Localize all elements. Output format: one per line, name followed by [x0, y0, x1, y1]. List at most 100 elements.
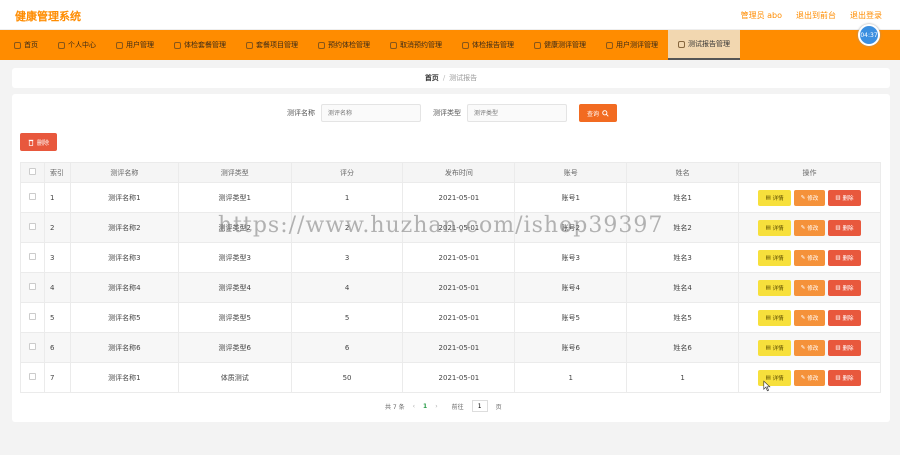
breadcrumb-home[interactable]: 首页	[425, 73, 439, 83]
pagination-page-suffix: 页	[495, 403, 502, 411]
edit-button[interactable]: ✎ 修改	[793, 369, 826, 386]
nav-item-9[interactable]: 用户测评管理	[596, 30, 668, 60]
row-action-group: ▤ 详情 ✎ 修改 ▥ 删除	[739, 189, 880, 206]
table-body: 1 测评名称1 测评类型1 1 2021-05-01 账号1 姓名1 ▤ 详情 ✎ 修改 ▥ 删除 2 测评…	[20, 182, 881, 393]
row-index: 4	[43, 272, 71, 303]
top-links: 管理员 abo 退出到前台 退出登录	[741, 10, 882, 21]
view-button[interactable]: ▤ 详情	[758, 219, 791, 236]
col-header-date: 发布时间	[402, 162, 516, 183]
delete-button[interactable]: ▥ 删除	[828, 369, 861, 386]
nav-item-label: 预约体检管理	[328, 41, 370, 49]
pencil-icon: ✎	[800, 284, 806, 291]
nav-item-7[interactable]: 体检报告管理	[452, 30, 524, 60]
nav-item-label: 套餐项目管理	[256, 41, 298, 49]
delete-button[interactable]: ▥ 删除	[828, 189, 861, 206]
delete-button-label: 删除	[842, 285, 854, 292]
delete-button[interactable]: ▥ 删除	[828, 219, 861, 236]
breadcrumb-current: 测试报告	[449, 74, 478, 82]
row-checkbox[interactable]	[28, 253, 36, 260]
pagination-prev-button[interactable]: ‹	[413, 403, 415, 410]
nav-item-icon	[174, 41, 181, 49]
row-checkbox[interactable]	[28, 373, 36, 380]
edit-button[interactable]: ✎ 修改	[793, 339, 826, 356]
type-search-input[interactable]	[467, 104, 567, 122]
row-action-group: ▤ 详情 ✎ 修改 ▥ 删除	[739, 279, 880, 296]
row-checkbox[interactable]	[28, 223, 36, 230]
trash-icon	[28, 139, 34, 146]
row-actions: ▤ 详情 ✎ 修改 ▥ 删除	[738, 212, 881, 243]
row-account: 账号4	[514, 272, 628, 303]
nav-item-label: 体检报告管理	[472, 41, 514, 49]
query-button[interactable]: 查询	[579, 104, 618, 122]
row-score: 5	[290, 302, 404, 333]
delete-button[interactable]: ▥ 删除	[828, 309, 861, 326]
row-account: 账号3	[514, 242, 628, 273]
pencil-icon: ✎	[800, 254, 806, 261]
delete-button[interactable]: ▥ 删除	[828, 279, 861, 296]
row-checkbox[interactable]	[28, 193, 36, 200]
row-checkbox[interactable]	[28, 343, 36, 350]
logout-link[interactable]: 退出登录	[850, 10, 882, 21]
delete-button-label: 删除	[842, 315, 854, 322]
edit-button[interactable]: ✎ 修改	[793, 279, 826, 296]
main-nav: 首页 个人中心 用户管理 体检套餐管理 套餐项目管理 预约体检管理 取消预约管理 体检报告管理…	[0, 30, 900, 60]
nav-item-2[interactable]: 用户管理	[106, 30, 164, 60]
nav-item-3[interactable]: 体检套餐管理	[164, 30, 236, 60]
view-button-label: 详情	[772, 375, 784, 382]
back-to-frontend-link[interactable]: 退出到前台	[796, 10, 836, 21]
name-search-input[interactable]	[321, 104, 421, 122]
edit-button[interactable]: ✎ 修改	[793, 189, 826, 206]
nav-item-6[interactable]: 取消预约管理	[380, 30, 452, 60]
nav-item-icon	[14, 41, 21, 49]
pagination-next-button[interactable]: ›	[435, 403, 437, 410]
nav-item-1[interactable]: 个人中心	[48, 30, 106, 60]
nav-item-4[interactable]: 套餐项目管理	[236, 30, 308, 60]
edit-button[interactable]: ✎ 修改	[793, 219, 826, 236]
row-type: 测评类型4	[177, 272, 292, 303]
view-button[interactable]: ▤ 详情	[758, 309, 791, 326]
row-action-group: ▤ 详情 ✎ 修改 ▥ 删除	[739, 339, 880, 356]
mouse-cursor-icon	[763, 380, 771, 392]
batch-delete-button[interactable]: 删除	[20, 133, 58, 151]
edit-button[interactable]: ✎ 修改	[793, 309, 826, 326]
view-button-label: 详情	[772, 345, 784, 352]
query-button-label: 查询	[587, 110, 600, 118]
pencil-icon: ✎	[800, 224, 806, 231]
pagination-goto-input[interactable]	[471, 400, 488, 412]
row-index: 1	[43, 182, 71, 213]
view-button-label: 详情	[772, 285, 784, 292]
main-content-card: 测评名称 测评类型 查询 删除 索引 测评名称 测评类型 评分 发布时间 账号	[12, 94, 890, 422]
view-button[interactable]: ▤ 详情	[758, 189, 791, 206]
view-button[interactable]: ▤ 详情	[758, 279, 791, 296]
row-date: 2021-05-01	[402, 332, 516, 363]
row-date: 2021-05-01	[402, 362, 516, 393]
view-button[interactable]: ▤ 详情	[758, 339, 791, 356]
nav-item-5[interactable]: 预约体检管理	[308, 30, 380, 60]
delete-button[interactable]: ▥ 删除	[828, 249, 861, 266]
row-account: 账号6	[514, 332, 628, 363]
select-all-checkbox[interactable]	[28, 168, 36, 175]
edit-button-label: 修改	[807, 285, 819, 292]
nav-item-8[interactable]: 健康测评管理	[524, 30, 596, 60]
pagination-page-1[interactable]: 1	[423, 403, 427, 410]
edit-button[interactable]: ✎ 修改	[793, 249, 826, 266]
nav-item-10[interactable]: 测试报告管理	[668, 30, 740, 60]
row-index: 7	[43, 362, 71, 393]
row-index: 3	[43, 242, 71, 273]
row-type: 测评类型5	[177, 302, 292, 333]
nav-item-icon	[246, 41, 253, 49]
row-checkbox[interactable]	[28, 283, 36, 290]
nav-item-label: 体检套餐管理	[184, 41, 226, 49]
row-select-cell	[20, 182, 45, 213]
row-action-group: ▤ 详情 ✎ 修改 ▥ 删除	[739, 369, 880, 386]
row-actions: ▤ 详情 ✎ 修改 ▥ 删除	[738, 302, 881, 333]
delete-button[interactable]: ▥ 删除	[828, 339, 861, 356]
trash-icon: ▥	[835, 344, 841, 351]
view-button[interactable]: ▤ 详情	[758, 249, 791, 266]
nav-item-icon	[678, 40, 685, 48]
row-score: 1	[290, 182, 404, 213]
report-table: 索引 测评名称 测评类型 评分 发布时间 账号 姓名 操作 1 测评名称1 测评类型…	[20, 162, 881, 393]
nav-item-0[interactable]: 首页	[4, 30, 48, 60]
trash-icon: ▥	[835, 194, 841, 201]
row-checkbox[interactable]	[28, 313, 36, 320]
